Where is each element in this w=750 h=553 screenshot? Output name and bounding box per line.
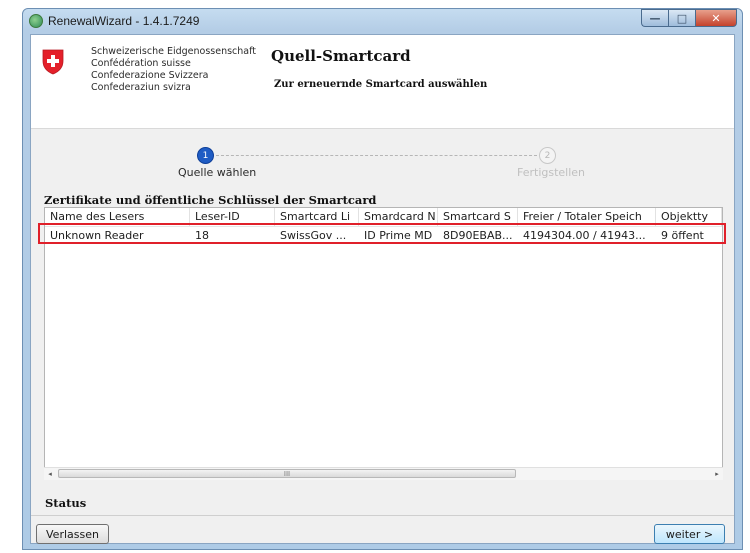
scroll-right-icon[interactable]: ▸ — [711, 468, 723, 480]
quit-button[interactable]: Verlassen — [36, 524, 109, 544]
confederation-line-rm: Confederaziun svizra — [91, 82, 191, 93]
section-title: Zertifikate und öffentliche Schlüssel de… — [44, 193, 377, 207]
step-1-indicator: 1 — [197, 147, 214, 164]
scrollbar-thumb[interactable]: III — [58, 469, 516, 478]
status-label: Status — [45, 496, 87, 510]
wizard-header: Schweizerische Eidgenossenschaft Confédé… — [31, 35, 734, 129]
close-button[interactable]: ✕ — [695, 9, 737, 27]
next-button[interactable]: weiter > — [654, 524, 725, 544]
smartcard-list[interactable]: Name des Lesers Leser-ID Smartcard Li Sm… — [44, 207, 723, 479]
scroll-left-icon[interactable]: ◂ — [44, 468, 56, 480]
maximize-button[interactable]: □ — [668, 9, 695, 27]
step-1-label: Quelle wählen — [178, 166, 257, 179]
minimize-button[interactable]: — — [641, 9, 668, 27]
swiss-coat-of-arms-icon — [42, 49, 64, 75]
confederation-names: Schweizerische Eidgenossenschaft Confédé… — [91, 46, 256, 94]
title-bar[interactable]: RenewalWizard - 1.4.1.7249 — □ ✕ — [23, 9, 742, 33]
wizard-content: Schweizerische Eidgenossenschaft Confédé… — [30, 34, 735, 544]
step-2-indicator: 2 — [539, 147, 556, 164]
step-connector — [216, 155, 537, 156]
step-2-label: Fertigstellen — [517, 166, 586, 179]
bottom-divider — [31, 515, 734, 516]
confederation-line-de: Schweizerische Eidgenossenschaft — [91, 46, 257, 57]
horizontal-scrollbar[interactable]: ◂ III ▸ — [44, 467, 723, 480]
confederation-line-it: Confederazione Svizzera — [91, 70, 209, 81]
window-title: RenewalWizard - 1.4.1.7249 — [48, 14, 200, 28]
window-controls: — □ ✕ — [641, 9, 737, 28]
row-highlight-box — [38, 223, 726, 244]
page-subtitle: Zur erneuernde Smartcard auswählen — [274, 79, 488, 90]
app-window: RenewalWizard - 1.4.1.7249 — □ ✕ Schweiz… — [22, 8, 743, 550]
app-icon — [29, 14, 43, 28]
confederation-line-fr: Confédération suisse — [91, 58, 191, 69]
page-title: Quell-Smartcard — [271, 47, 411, 65]
